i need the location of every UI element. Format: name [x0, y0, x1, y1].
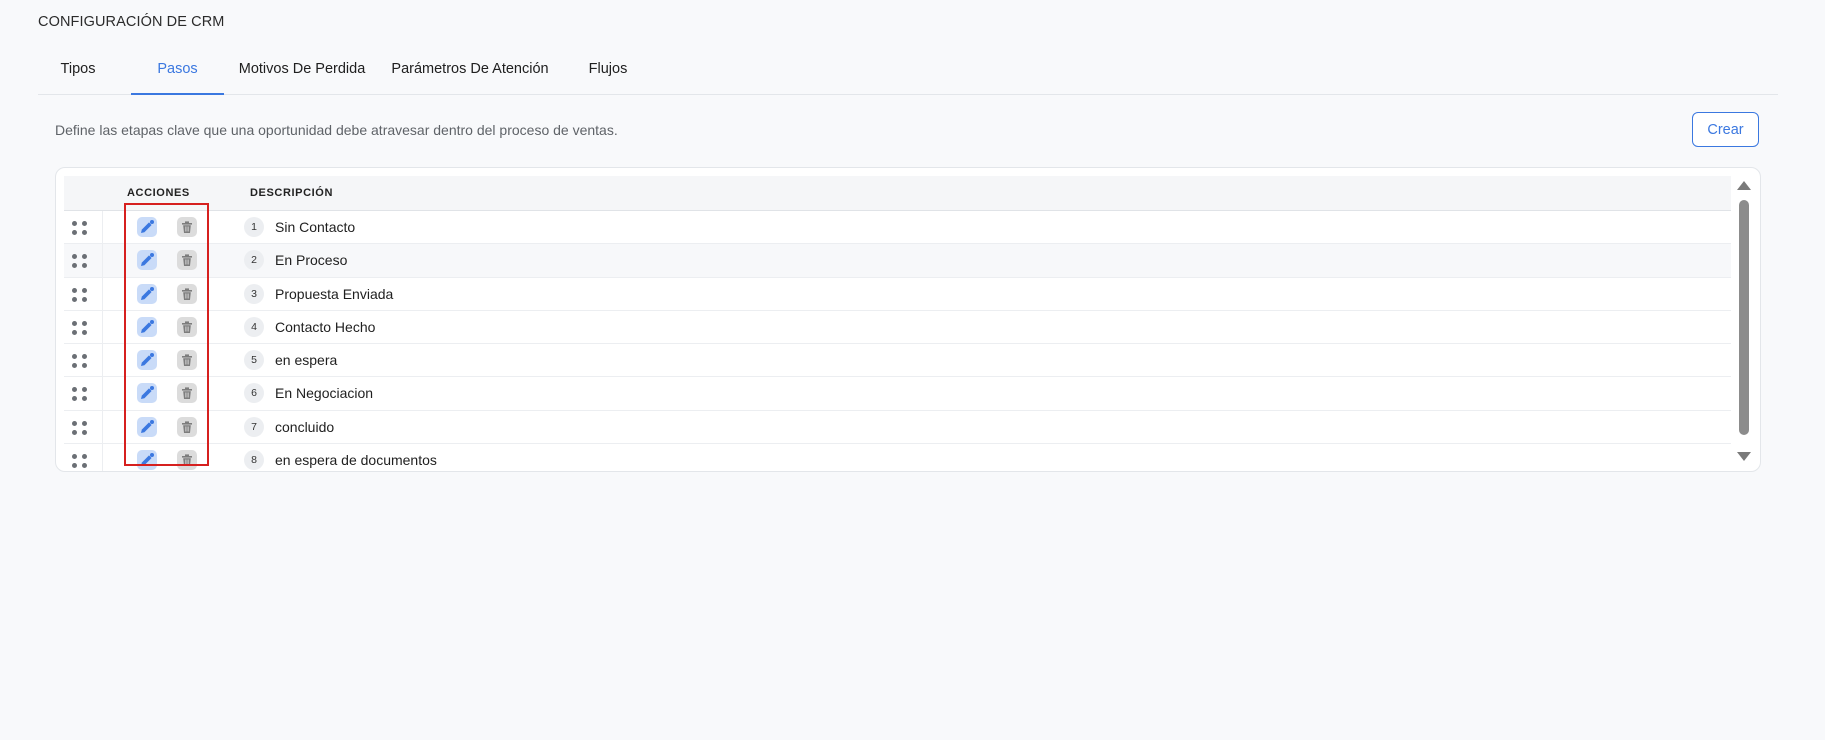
- drag-handle-icon[interactable]: [72, 254, 88, 269]
- column-header-description: DESCRIPCIÓN: [250, 187, 333, 199]
- steps-table: ACCIONES DESCRIPCIÓN 1 Sin Contacto 2 En…: [55, 167, 1761, 472]
- drag-handle-icon[interactable]: [72, 221, 88, 235]
- tab-parametros-de-atencion[interactable]: Parámetros De Atención: [390, 52, 550, 94]
- pencil-icon: [141, 353, 154, 367]
- drag-handle-icon[interactable]: [72, 420, 88, 435]
- step-description: En Proceso: [275, 252, 348, 269]
- row-divider: [102, 310, 103, 344]
- delete-button[interactable]: [177, 416, 197, 437]
- delete-button[interactable]: [177, 350, 197, 371]
- drag-handle-icon[interactable]: [72, 354, 88, 369]
- table-body: 1 Sin Contacto 2 En Proceso 3 Propuesta …: [64, 211, 1731, 471]
- row-divider: [102, 211, 103, 244]
- row-divider: [102, 244, 103, 277]
- scroll-up-arrow-icon[interactable]: [1737, 181, 1751, 190]
- edit-button[interactable]: [137, 217, 157, 237]
- pencil-icon: [141, 253, 154, 267]
- tab-pasos[interactable]: Pasos: [131, 52, 224, 95]
- step-number-badge: 8: [244, 450, 264, 471]
- trash-icon: [182, 387, 192, 400]
- trash-icon: [182, 321, 192, 333]
- step-description: En Negociacion: [275, 385, 374, 402]
- row-divider: [102, 277, 103, 310]
- row-divider: [102, 377, 103, 410]
- table-row: 3 Propuesta Enviada: [64, 277, 1731, 311]
- table-row: 4 Contacto Hecho: [64, 310, 1731, 345]
- delete-button[interactable]: [177, 283, 197, 304]
- step-number-badge: 4: [244, 316, 264, 337]
- tab-bar: Tipos Pasos Motivos De Perdida Parámetro…: [38, 52, 1778, 95]
- step-number-badge: 1: [244, 217, 264, 237]
- edit-button[interactable]: [137, 316, 157, 337]
- edit-button[interactable]: [137, 250, 157, 271]
- step-description: en espera de documentos: [275, 452, 437, 469]
- pencil-icon: [141, 453, 154, 467]
- delete-button[interactable]: [177, 450, 197, 471]
- drag-handle-icon[interactable]: [72, 387, 88, 402]
- table-row: 5 en espera: [64, 344, 1731, 378]
- pencil-icon: [141, 386, 154, 400]
- delete-button[interactable]: [177, 217, 197, 237]
- trash-icon: [182, 287, 192, 300]
- step-description: Propuesta Enviada: [275, 285, 394, 302]
- crm-settings-page: CONFIGURACIÓN DE CRM Tipos Pasos Motivos…: [0, 0, 1825, 740]
- tab-tipos[interactable]: Tipos: [38, 52, 118, 94]
- trash-icon: [182, 421, 192, 433]
- column-header-actions: ACCIONES: [127, 187, 190, 199]
- step-description: Sin Contacto: [275, 219, 356, 235]
- edit-button[interactable]: [137, 416, 157, 437]
- tab-flujos[interactable]: Flujos: [578, 52, 638, 94]
- edit-button[interactable]: [137, 383, 157, 404]
- pencil-icon: [141, 220, 154, 233]
- step-number-badge: 5: [244, 350, 264, 371]
- table-row: 7 concluido: [64, 410, 1731, 445]
- step-number-badge: 2: [244, 250, 264, 271]
- step-number-badge: 7: [244, 416, 264, 437]
- drag-handle-icon[interactable]: [72, 454, 88, 469]
- table-row: 8 en espera de documentos: [64, 444, 1731, 471]
- table-row: 6 En Negociacion: [64, 377, 1731, 411]
- step-description: Contacto Hecho: [275, 318, 376, 335]
- trash-icon: [182, 254, 192, 267]
- table-header: ACCIONES DESCRIPCIÓN: [64, 176, 1731, 211]
- trash-icon: [182, 221, 192, 233]
- row-divider: [102, 344, 103, 377]
- step-description: en espera: [275, 352, 338, 369]
- delete-button[interactable]: [177, 383, 197, 404]
- trash-icon: [182, 454, 192, 467]
- edit-button[interactable]: [137, 283, 157, 304]
- table-scrollbar[interactable]: [1732, 176, 1756, 466]
- delete-button[interactable]: [177, 316, 197, 337]
- pencil-icon: [141, 286, 154, 300]
- drag-handle-icon[interactable]: [72, 320, 88, 335]
- step-number-badge: 3: [244, 283, 264, 304]
- step-number-badge: 6: [244, 383, 264, 404]
- drag-handle-icon[interactable]: [72, 287, 88, 302]
- table-row: 1 Sin Contacto: [64, 211, 1731, 245]
- edit-button[interactable]: [137, 350, 157, 371]
- edit-button[interactable]: [137, 450, 157, 471]
- delete-button[interactable]: [177, 250, 197, 271]
- scrollbar-thumb[interactable]: [1739, 200, 1749, 435]
- table-row: 2 En Proceso: [64, 244, 1731, 278]
- row-divider: [102, 410, 103, 444]
- pencil-icon: [141, 319, 154, 333]
- create-button[interactable]: Crear: [1692, 112, 1759, 147]
- section-description: Define las etapas clave que una oportuni…: [55, 122, 618, 138]
- page-title: CONFIGURACIÓN DE CRM: [38, 14, 225, 30]
- pencil-icon: [141, 419, 154, 433]
- tab-motivos-de-perdida[interactable]: Motivos De Perdida: [236, 52, 368, 94]
- step-description: concluido: [275, 418, 335, 435]
- trash-icon: [182, 354, 192, 367]
- scroll-down-arrow-icon[interactable]: [1737, 452, 1751, 461]
- row-divider: [102, 444, 103, 471]
